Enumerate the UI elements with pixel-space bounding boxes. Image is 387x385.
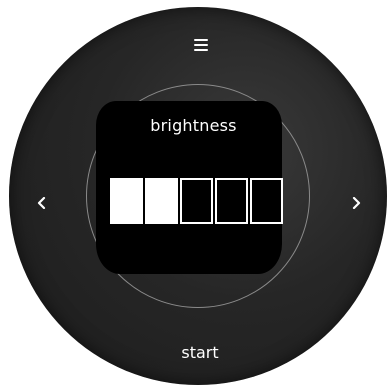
chevron-left-icon[interactable] [36, 194, 48, 210]
brightness-level-bar [110, 178, 283, 224]
start-button[interactable]: start [150, 343, 250, 362]
level-segment-filled [110, 178, 143, 224]
level-segment-empty [250, 178, 283, 224]
level-segment-filled [145, 178, 178, 224]
level-segment-empty [180, 178, 213, 224]
screen-title: brightness [150, 116, 237, 135]
chevron-right-icon[interactable] [350, 194, 362, 210]
level-segment-empty [215, 178, 248, 224]
hamburger-menu-icon[interactable] [194, 39, 208, 51]
